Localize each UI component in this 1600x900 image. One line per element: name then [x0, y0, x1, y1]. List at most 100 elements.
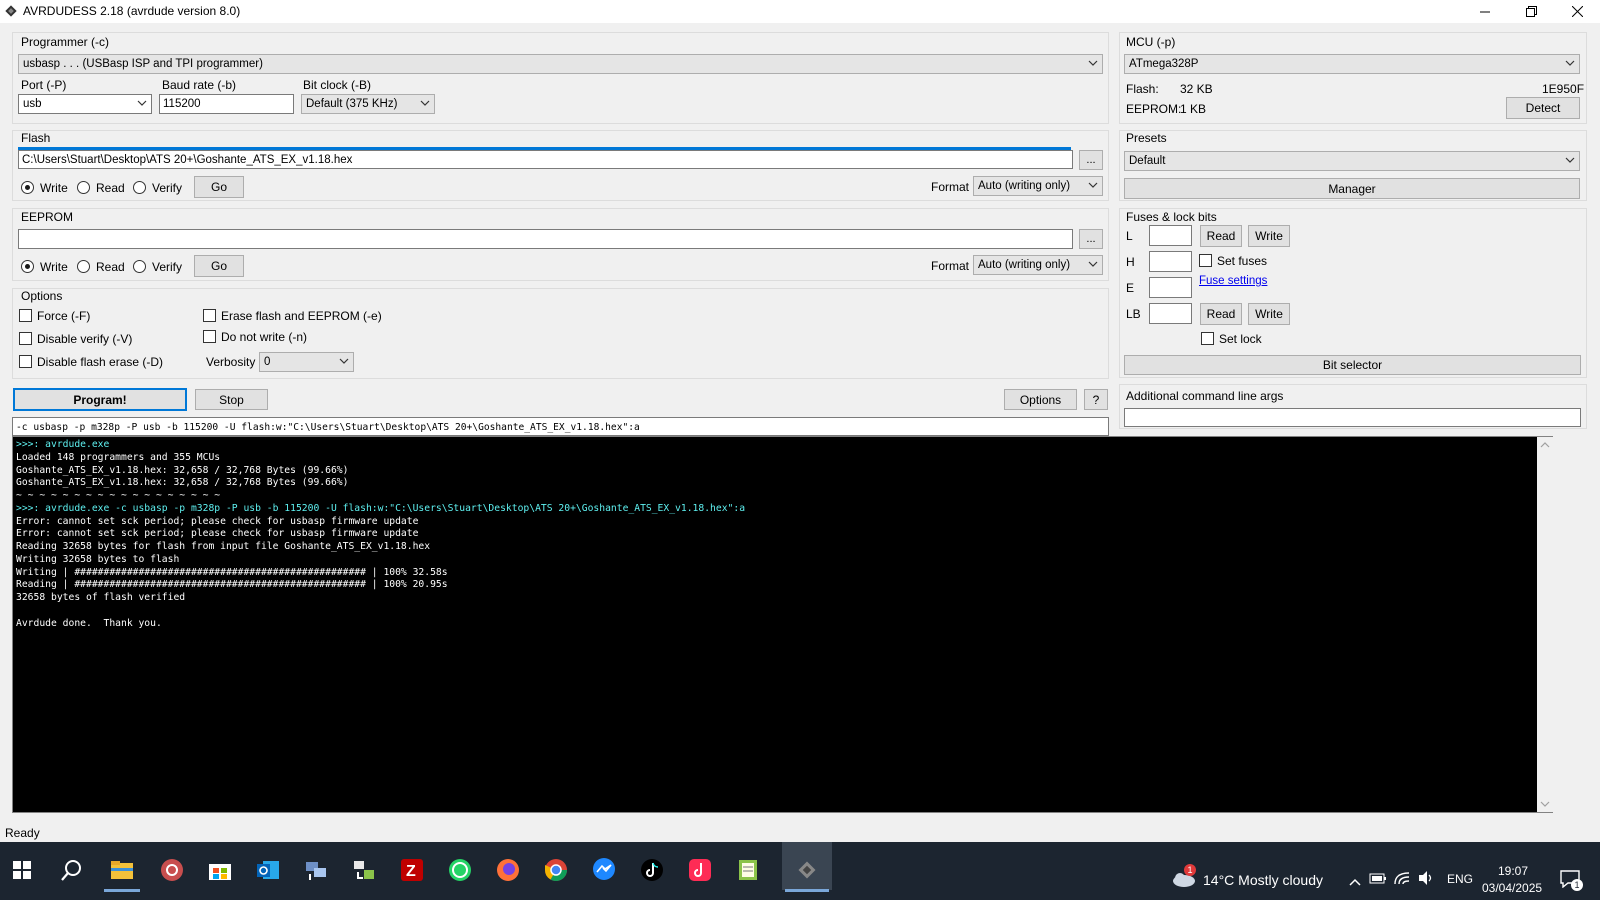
- flash-format-select[interactable]: Auto (writing only): [973, 176, 1103, 196]
- notepad-icon[interactable]: [728, 848, 768, 892]
- programmer-select[interactable]: usbasp . . . (USBasp ISP and TPI program…: [18, 54, 1103, 74]
- avrdudess-icon[interactable]: [787, 848, 827, 892]
- console-text: >>>: avrdude.exe Loaded 148 programmers a…: [16, 439, 745, 630]
- force-label: Force (-F): [37, 309, 91, 323]
- messenger-icon[interactable]: [584, 848, 624, 892]
- volume-icon[interactable]: [1417, 870, 1435, 889]
- eeprom-browse-button[interactable]: ...: [1079, 229, 1103, 249]
- console-line: Writing 32658 bytes to flash: [16, 553, 180, 565]
- force-checkbox[interactable]: [19, 309, 32, 322]
- eeprom-read-radio[interactable]: [77, 260, 90, 273]
- flash-verify-radio[interactable]: [133, 181, 146, 194]
- outlook-icon[interactable]: [248, 848, 288, 892]
- close-button[interactable]: [1554, 0, 1600, 23]
- help-button[interactable]: ?: [1084, 389, 1108, 410]
- wifi-icon[interactable]: [1393, 870, 1411, 889]
- scroll-down-icon[interactable]: [1540, 800, 1550, 808]
- erase-checkbox[interactable]: [203, 309, 216, 322]
- mcu-flash-value: 32 KB: [1180, 82, 1213, 96]
- programmer-value: usbasp . . . (USBasp ISP and TPI program…: [23, 58, 263, 70]
- bit-selector-button[interactable]: Bit selector: [1124, 355, 1581, 375]
- additional-args-input[interactable]: [1124, 408, 1581, 427]
- chevron-down-icon: [137, 100, 147, 106]
- program-button[interactable]: Program!: [13, 388, 187, 411]
- console-line: Goshante_ATS_EX_v1.18.hex: 32,658 / 32,7…: [16, 477, 349, 489]
- presets-select[interactable]: Default: [1124, 151, 1580, 171]
- fuse-e-input[interactable]: [1149, 277, 1192, 298]
- search-icon[interactable]: [52, 848, 92, 892]
- filezilla-icon[interactable]: Z: [392, 848, 432, 892]
- console-line: Reading | ##############################…: [16, 579, 448, 591]
- status-text: Ready: [5, 826, 40, 840]
- fuse-settings-link[interactable]: Fuse settings: [1199, 275, 1267, 287]
- fuses-write-button[interactable]: Write: [1248, 225, 1290, 247]
- flash-write-radio[interactable]: [21, 181, 34, 194]
- restore-button[interactable]: [1508, 0, 1554, 23]
- tiktok-icon[interactable]: [632, 848, 672, 892]
- weather-text[interactable]: 14°C Mostly cloudy: [1203, 872, 1323, 888]
- eeprom-file-input[interactable]: [18, 229, 1073, 249]
- baud-input[interactable]: 115200: [159, 94, 294, 114]
- verbosity-select[interactable]: 0: [259, 352, 354, 372]
- set-fuses-label: Set fuses: [1217, 254, 1268, 268]
- chip-app-icon: [5, 5, 17, 17]
- flash-file-input[interactable]: C:\Users\Stuart\Desktop\ATS 20+\Goshante…: [18, 150, 1073, 169]
- console-scrollbar[interactable]: [1537, 437, 1553, 812]
- mcu-select[interactable]: ATmega328P: [1124, 54, 1580, 74]
- port-select[interactable]: usb: [18, 94, 152, 114]
- do-not-write-checkbox[interactable]: [203, 330, 216, 343]
- set-fuses-checkbox[interactable]: [1199, 254, 1212, 267]
- chevron-up-icon[interactable]: [1349, 875, 1361, 889]
- eeprom-go-button[interactable]: Go: [194, 255, 244, 277]
- flash-label: Flash: [21, 131, 51, 145]
- file-explorer-icon[interactable]: [102, 848, 142, 892]
- console-line: Error: cannot set sck period; please che…: [16, 515, 419, 527]
- whatsapp-icon[interactable]: [440, 848, 480, 892]
- clock-date[interactable]: 03/04/2025: [1482, 881, 1542, 895]
- presets-manager-button[interactable]: Manager: [1124, 178, 1580, 199]
- eeprom-read-label: Read: [96, 260, 125, 274]
- fuse-h-input[interactable]: [1149, 251, 1192, 272]
- chevron-down-icon: [1088, 182, 1098, 188]
- tiktok-studio-icon[interactable]: [680, 848, 720, 892]
- chevron-down-icon: [420, 100, 430, 106]
- app-icon[interactable]: [152, 848, 192, 892]
- options-group: [12, 288, 1109, 379]
- eeprom-write-radio[interactable]: [21, 260, 34, 273]
- stop-button[interactable]: Stop: [195, 389, 268, 410]
- flash-go-button[interactable]: Go: [194, 176, 244, 198]
- console-line: Writing | ##############################…: [16, 566, 448, 578]
- scroll-up-icon[interactable]: [1540, 441, 1550, 449]
- network-app-icon[interactable]: [296, 848, 336, 892]
- options-button[interactable]: Options: [1004, 389, 1077, 410]
- flash-browse-button[interactable]: ...: [1079, 150, 1103, 170]
- flash-read-radio[interactable]: [77, 181, 90, 194]
- firefox-icon[interactable]: [488, 848, 528, 892]
- windows-start-icon[interactable]: [2, 848, 42, 892]
- minimize-button[interactable]: [1462, 0, 1508, 23]
- set-lock-checkbox[interactable]: [1201, 332, 1214, 345]
- presets-value: Default: [1129, 155, 1166, 167]
- fuse-l-input[interactable]: [1149, 225, 1192, 246]
- lock-read-button[interactable]: Read: [1200, 303, 1242, 325]
- disable-flash-erase-checkbox[interactable]: [19, 355, 32, 368]
- eeprom-format-select[interactable]: Auto (writing only): [973, 255, 1103, 275]
- clock-time[interactable]: 19:07: [1498, 864, 1528, 878]
- eeprom-verify-radio[interactable]: [133, 260, 146, 273]
- lock-write-button[interactable]: Write: [1248, 303, 1290, 325]
- chrome-icon[interactable]: [536, 848, 576, 892]
- flash-write-label: Write: [40, 181, 68, 195]
- sync-app-icon[interactable]: [344, 848, 384, 892]
- fuses-read-button[interactable]: Read: [1200, 225, 1242, 247]
- fuse-lb-input[interactable]: [1149, 303, 1192, 324]
- language-indicator[interactable]: ENG: [1447, 872, 1473, 886]
- detect-button[interactable]: Detect: [1506, 97, 1580, 119]
- chevron-down-icon: [339, 358, 349, 364]
- bitclock-select[interactable]: Default (375 KHz): [301, 94, 435, 114]
- battery-icon[interactable]: [1369, 871, 1387, 888]
- active-indicator: [104, 889, 140, 892]
- disable-verify-checkbox[interactable]: [19, 332, 32, 345]
- console-line: 32658 bytes of flash verified: [16, 592, 186, 603]
- store-icon[interactable]: [200, 848, 240, 892]
- set-lock-label: Set lock: [1219, 332, 1262, 346]
